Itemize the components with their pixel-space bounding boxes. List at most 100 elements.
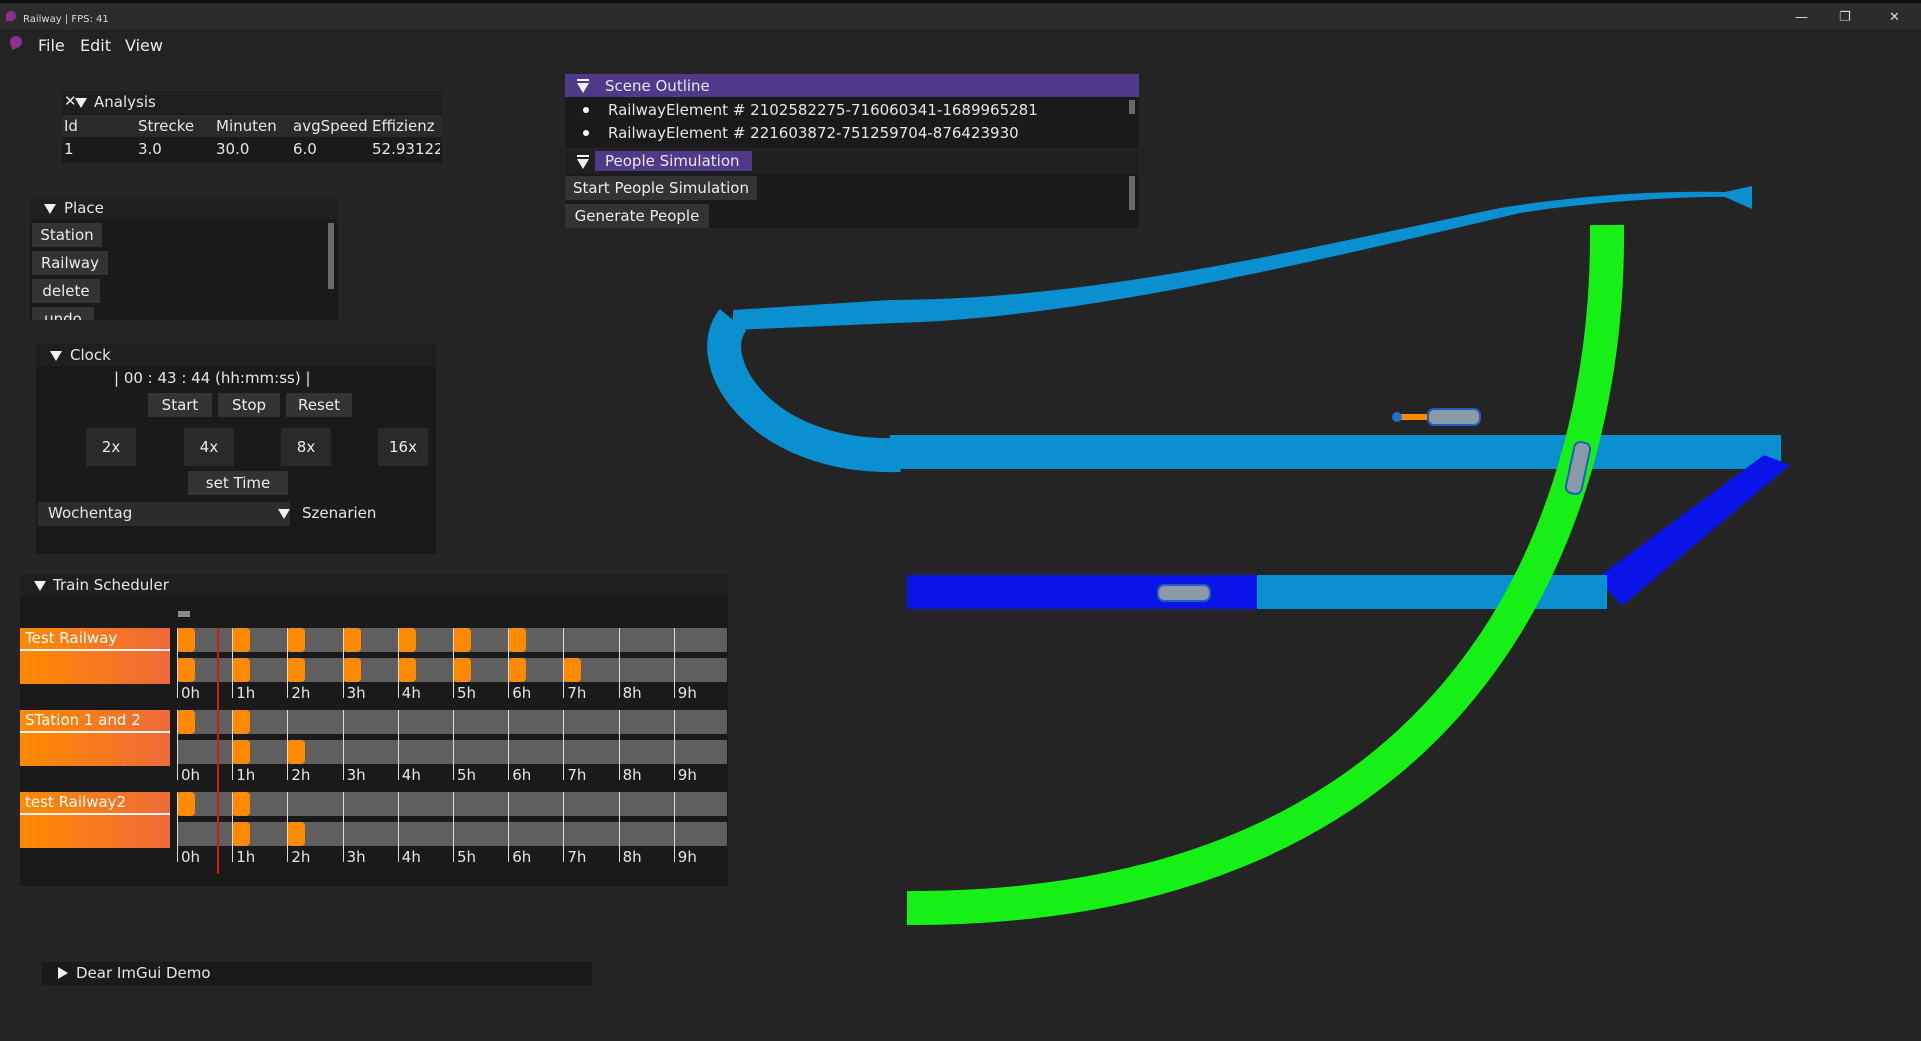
speed-2x-button[interactable]: 2x [86,428,136,466]
schedule-block[interactable] [287,658,306,682]
hour-label: 8h [622,684,642,702]
schedule-block[interactable] [453,628,471,652]
schedule-block[interactable] [287,822,306,846]
schedule-block[interactable] [232,740,251,764]
schedule-block[interactable] [232,710,251,734]
clock-header[interactable]: Clock [36,344,436,366]
clock-stop-button[interactable]: Stop [218,393,280,417]
imgui-demo-header[interactable]: Dear ImGui Demo [42,962,592,985]
schedule-row-label[interactable]: test Railway2 [20,792,170,848]
schedule-block[interactable] [508,628,527,652]
generate-people-button[interactable]: Generate People [565,204,709,228]
column-strecke[interactable]: Strecke [138,117,194,135]
imgui-demo-title: Dear ImGui Demo [76,964,211,982]
hour-label: 4h [401,766,421,784]
people-simulation-header-row: People Simulation [565,150,1139,174]
collapse-triangle-icon[interactable] [577,83,589,93]
place-header[interactable]: Place [30,197,338,219]
hour-tick [508,710,510,780]
train-on-lower-track[interactable] [1157,584,1211,602]
schedule-timeline[interactable]: Test Railway 0h 1h 2h 3h 4h 5h 6h 7h 8h 9h STation … [20,574,728,886]
expand-triangle-icon[interactable] [58,967,68,979]
clock-title: Clock [70,346,111,364]
schedule-lane[interactable] [177,628,727,652]
hour-label: 2h [291,684,311,702]
hour-label: 0h [181,848,201,866]
bullet-icon [583,107,589,113]
schedule-block[interactable] [397,658,416,682]
schedule-lane[interactable] [177,822,727,846]
clock-time-display: | 00 : 43 : 44 (hh:mm:ss) | [114,369,311,387]
schedule-lane[interactable] [177,658,727,682]
schedule-block[interactable] [508,658,527,682]
hour-tick [342,628,344,698]
speed-8x-button[interactable]: 8x [281,428,331,466]
train-on-upper-track[interactable] [1392,408,1481,426]
speed-4x-button[interactable]: 4x [184,428,234,466]
place-station-button[interactable]: Station [32,223,102,247]
list-item[interactable]: RailwayElement # 2102582275-716060341-16… [565,98,1125,120]
collapse-triangle-icon[interactable] [577,159,589,169]
schedule-block[interactable] [177,628,195,652]
schedule-row-name: test Railway2 [25,793,127,811]
hour-tick [397,628,399,698]
start-people-simulation-button[interactable]: Start People Simulation [565,176,757,200]
schedule-block[interactable] [177,710,195,734]
hour-label: 8h [622,848,642,866]
column-avgspeed[interactable]: avgSpeed [293,117,368,135]
hour-tick [508,628,510,698]
delete-button[interactable]: delete [32,279,100,303]
schedule-row-label[interactable]: Test Railway [20,628,170,684]
hour-label: 8h [622,766,642,784]
schedule-block[interactable] [342,658,361,682]
place-railway-button[interactable]: Railway [32,251,108,275]
list-item[interactable]: RailwayElement # 221603872-751259704-876… [565,121,1125,143]
schedule-lane[interactable] [177,740,727,764]
row-underline [20,649,170,651]
schedule-block[interactable] [232,658,251,682]
collapse-triangle-icon[interactable] [75,98,87,108]
railway-element-label: RailwayElement # 2102582275-716060341-16… [608,101,1038,119]
train-scheduler-panel: Train Scheduler Test Railway 0h 1h 2h 3h 4h 5h… [20,574,728,886]
schedule-block[interactable] [177,658,195,682]
set-time-button[interactable]: set Time [188,471,288,495]
weekday-combo[interactable]: Wochentag [38,502,290,526]
column-effizienz[interactable]: Effizienz [372,117,435,135]
hour-tick [673,628,675,698]
cell-id: 1 [64,140,74,158]
schedule-block[interactable] [232,792,251,816]
schedule-block[interactable] [397,628,416,652]
schedule-block[interactable] [177,792,195,816]
people-simulation-tab[interactable]: People Simulation [595,151,752,171]
hour-tick [563,792,565,862]
clock-start-button[interactable]: Start [148,393,212,417]
scene-outline-header[interactable]: Scene Outline [565,74,1139,97]
chevron-down-icon[interactable] [278,509,290,519]
scrollbar[interactable] [328,223,334,289]
schedule-block[interactable] [232,628,251,652]
column-id[interactable]: Id [64,117,78,135]
speed-16x-button[interactable]: 16x [378,428,428,466]
analysis-column-headers: Id Strecke Minuten avgSpeed Effizienz [62,115,442,137]
clock-reset-button[interactable]: Reset [286,393,352,417]
scrollbar[interactable] [1129,176,1135,210]
column-minuten[interactable]: Minuten [216,117,277,135]
schedule-block[interactable] [342,628,361,652]
analysis-header[interactable]: ✕ Analysis [62,91,442,113]
hour-label: 5h [457,766,477,784]
hour-tick [232,792,234,862]
hour-label: 6h [512,766,532,784]
collapse-triangle-icon[interactable] [44,204,56,214]
schedule-block[interactable] [287,740,306,764]
hour-label: 4h [401,848,421,866]
undo-button[interactable]: undo [32,307,94,320]
schedule-block[interactable] [287,628,306,652]
schedule-lane[interactable] [177,710,727,734]
schedule-block[interactable] [232,822,251,846]
schedule-block[interactable] [563,658,582,682]
collapse-triangle-icon[interactable] [50,351,62,361]
schedule-row-label[interactable]: STation 1 and 2 [20,710,170,766]
schedule-block[interactable] [453,658,471,682]
schedule-lane[interactable] [177,792,727,816]
scrollbar[interactable] [1129,100,1135,114]
